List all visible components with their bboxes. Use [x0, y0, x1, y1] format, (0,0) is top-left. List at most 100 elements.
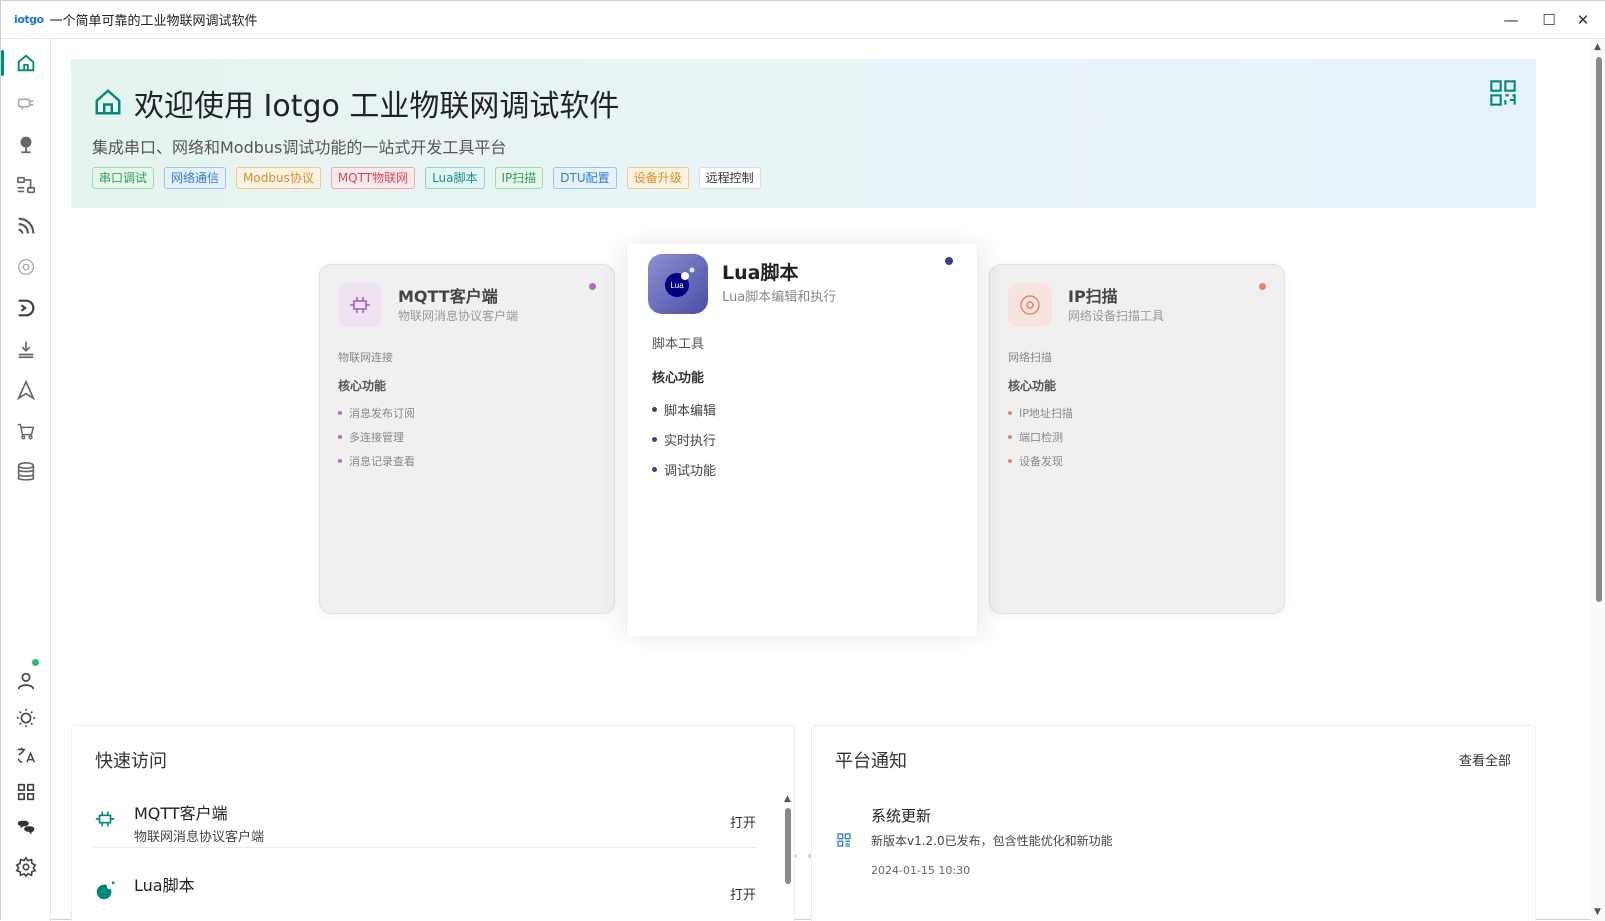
- dtu-icon: [18, 299, 35, 317]
- maximize-button[interactable]: ☐: [1530, 1, 1568, 39]
- database-icon: [17, 462, 35, 481]
- open-button[interactable]: 打开: [730, 884, 756, 903]
- feature-list: 脚本编辑 实时执行 调试功能: [652, 400, 716, 490]
- open-button[interactable]: 打开: [730, 812, 756, 831]
- feature-tag[interactable]: 串口调试: [92, 167, 155, 189]
- quick-access-panel: 快速访问 MQTT客户端 物联网消息协议客户端 打开 Lua脚本 打开 ▲: [71, 725, 795, 921]
- notice-item[interactable]: 系统更新 新版本v1.2.0已发布，包含性能优化和新功能 2024-01-15 …: [836, 802, 1516, 882]
- feature-tag[interactable]: DTU配置: [553, 167, 617, 189]
- sidebar-item-network[interactable]: [1, 126, 51, 162]
- status-dot: [589, 283, 596, 290]
- sidebar-item-serial[interactable]: [1, 85, 51, 121]
- feature-tags: 串口调试 网络通信 Modbus协议 MQTT物联网 Lua脚本 IP扫描 DTU配置 设备升…: [92, 167, 761, 189]
- notice-title: 系统更新: [871, 807, 932, 825]
- divider: [94, 847, 756, 848]
- card-description: 物联网消息协议客户端: [398, 309, 519, 323]
- tool-card-ip-scan[interactable]: IP扫描 网络设备扫描工具 网络扫描 核心功能 IP地址扫描 端口检测 设备发现: [989, 264, 1285, 614]
- list-item: 端口检测: [1008, 429, 1073, 445]
- features-heading: 核心功能: [1008, 379, 1057, 393]
- card-title: IP扫描: [1068, 287, 1118, 306]
- main-content: 欢迎使用 Iotgo 工业物联网调试软件 集成串口、网络和Modbus调试功能的…: [52, 39, 1587, 921]
- card-category: 网络扫描: [1008, 351, 1052, 364]
- scan-target-icon: [1008, 283, 1052, 327]
- modbus-flow-icon: [16, 176, 36, 194]
- user-icon: [17, 672, 35, 690]
- translate-icon: [17, 747, 35, 764]
- rss-icon: [18, 217, 35, 234]
- close-button[interactable]: ✕: [1564, 1, 1602, 39]
- list-item: 消息发布订阅: [338, 405, 415, 421]
- tool-card-lua[interactable]: Lua Lua脚本 Lua脚本编辑和执行 脚本工具 核心功能 脚本编辑 实时执行…: [628, 244, 977, 636]
- sidebar-item-user[interactable]: [1, 663, 51, 699]
- sidebar-item-home[interactable]: [1, 45, 51, 81]
- feature-tag[interactable]: 设备升级: [626, 167, 689, 189]
- minimize-button[interactable]: —: [1492, 1, 1530, 39]
- sidebar-item-chat[interactable]: [1, 811, 51, 847]
- item-name: Lua脚本: [134, 876, 195, 895]
- card-title: MQTT客户端: [398, 287, 498, 306]
- sidebar-item-settings[interactable]: [1, 849, 51, 885]
- feature-tag[interactable]: Lua脚本: [425, 167, 485, 189]
- card-category: 物联网连接: [338, 351, 393, 364]
- sidebar-item-apps[interactable]: [1, 774, 51, 810]
- main-scrollbar[interactable]: ▲ ▼: [1591, 39, 1605, 921]
- sidebar-item-shop[interactable]: [1, 413, 51, 449]
- svg-text:Lua: Lua: [670, 281, 684, 290]
- card-description: 网络设备扫描工具: [1068, 309, 1165, 323]
- status-dot: [945, 257, 953, 265]
- sidebar-item-navigate[interactable]: [1, 372, 51, 408]
- sidebar-item-dtu[interactable]: [1, 290, 51, 326]
- feature-tag[interactable]: MQTT物联网: [330, 167, 416, 189]
- sidebar-item-upgrade[interactable]: [1, 331, 51, 367]
- lua-logo-icon: [96, 881, 115, 900]
- feature-tag[interactable]: Modbus协议: [236, 167, 321, 189]
- status-dot: [1259, 283, 1266, 290]
- sidebar-item-mqtt[interactable]: [1, 208, 51, 244]
- card-title: Lua脚本: [722, 262, 799, 284]
- scrollbar-thumb[interactable]: [785, 808, 791, 884]
- page-title: 欢迎使用 Iotgo 工业物联网调试软件: [134, 89, 620, 124]
- feature-tag[interactable]: 网络通信: [164, 167, 227, 189]
- sidebar: [1, 39, 51, 921]
- panel-title: 平台通知: [835, 751, 907, 772]
- item-description: 物联网消息协议客户端: [134, 830, 265, 845]
- scroll-up-icon[interactable]: ▲: [1594, 42, 1601, 52]
- app-logo: iotgo: [14, 13, 44, 26]
- download-icon: [18, 341, 34, 359]
- target-icon: [17, 258, 35, 276]
- tool-card-mqtt[interactable]: MQTT客户端 物联网消息协议客户端 物联网连接 核心功能 消息发布订阅 多连接…: [319, 264, 615, 614]
- feature-tag[interactable]: IP扫描: [494, 167, 544, 189]
- list-item[interactable]: Lua脚本 打开: [94, 862, 756, 921]
- scroll-down-icon[interactable]: ▼: [1594, 907, 1601, 917]
- tool-carousel: MQTT客户端 物联网消息协议客户端 物联网连接 核心功能 消息发布订阅 多连接…: [52, 239, 1587, 858]
- sidebar-item-theme[interactable]: [1, 700, 51, 736]
- home-icon: [17, 54, 35, 72]
- feature-list: IP地址扫描 端口检测 设备发现: [1008, 405, 1073, 477]
- app-window: iotgo 一个简单可靠的工业物联网调试软件 — ☐ ✕ 欢迎使用 Iotgo …: [0, 0, 1605, 921]
- cart-icon: [17, 423, 35, 440]
- feature-list: 消息发布订阅 多连接管理 消息记录查看: [338, 405, 415, 477]
- sidebar-item-language[interactable]: [1, 737, 51, 773]
- scroll-up-icon[interactable]: ▲: [784, 794, 791, 804]
- list-item: 实时执行: [652, 430, 716, 449]
- home-icon: [95, 89, 121, 115]
- list-item: 消息记录查看: [338, 453, 415, 469]
- sidebar-item-ip-scan[interactable]: [1, 249, 51, 285]
- qr-grid-icon[interactable]: [1489, 79, 1517, 107]
- network-globe-icon: [20, 136, 32, 154]
- title-bar: iotgo 一个简单可靠的工业物联网调试软件 — ☐ ✕: [1, 1, 1605, 39]
- list-item: 调试功能: [652, 460, 716, 479]
- view-all-link[interactable]: 查看全部: [1459, 750, 1511, 769]
- welcome-banner: 欢迎使用 Iotgo 工业物联网调试软件 集成串口、网络和Modbus调试功能的…: [71, 59, 1536, 208]
- sidebar-item-modbus[interactable]: [1, 167, 51, 203]
- feature-tag[interactable]: 远程控制: [698, 167, 761, 189]
- notice-body: 新版本v1.2.0已发布，包含性能优化和新功能: [871, 834, 1113, 848]
- features-heading: 核心功能: [652, 371, 705, 386]
- sidebar-item-database[interactable]: [1, 454, 51, 490]
- chat-icon: [17, 820, 35, 835]
- apps-grid-icon: [17, 783, 35, 801]
- sun-icon: [16, 708, 36, 728]
- scrollbar[interactable]: ▲: [783, 794, 793, 921]
- panel-title: 快速访问: [95, 751, 167, 772]
- scrollbar-thumb[interactable]: [1596, 57, 1602, 602]
